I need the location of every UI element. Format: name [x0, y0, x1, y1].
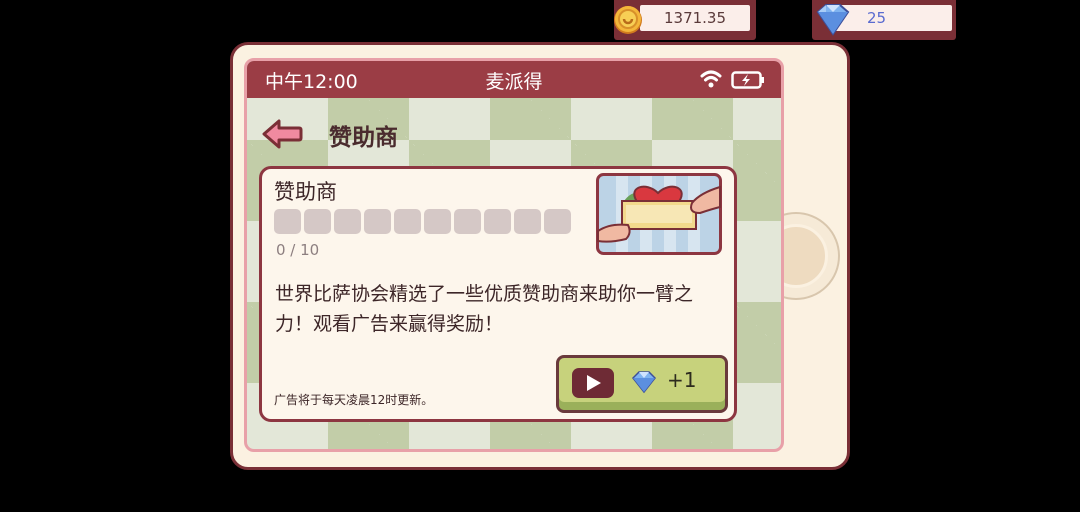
coin-counter: 1371.35: [614, 0, 756, 40]
progress-segment: [304, 209, 331, 234]
wifi-icon: [700, 70, 722, 88]
progress-segment: [484, 209, 511, 234]
progress-segment: [274, 209, 301, 234]
refresh-note: 广告将于每天凌晨12时更新。: [274, 393, 434, 407]
play-icon: [572, 368, 614, 398]
phone-screen: 中午12:00 麦派得 赞助商 赞助商 0 / 10 世界比萨协会精选了一些优质…: [244, 58, 784, 452]
sponsor-description: 世界比萨协会精选了一些优质赞助商来助你一臂之力！观看广告来赢得奖励！: [275, 283, 694, 335]
battery-icon: [731, 71, 764, 89]
coin-amount: 1371.35: [640, 5, 750, 31]
diamond-icon: [816, 4, 850, 36]
back-arrow-icon[interactable]: [261, 117, 303, 151]
reward-amount: +1: [667, 368, 697, 392]
progress-segment: [364, 209, 391, 234]
watch-ad-button[interactable]: +1: [556, 355, 728, 413]
diamond-icon: [631, 371, 657, 394]
progress-segment: [424, 209, 451, 234]
progress-segment: [544, 209, 571, 234]
progress-segment: [454, 209, 481, 234]
progress-bar: [274, 209, 571, 234]
progress-count: 0 / 10: [276, 241, 320, 259]
page-title: 赞助商: [329, 125, 398, 151]
progress-segment: [514, 209, 541, 234]
sponsor-heart-box-image: [596, 173, 722, 255]
progress-segment: [334, 209, 361, 234]
gem-counter: 25: [812, 0, 956, 40]
progress-segment: [394, 209, 421, 234]
card-title: 赞助商: [274, 180, 337, 204]
coin-icon: [614, 6, 642, 34]
sponsor-card: 赞助商 0 / 10 世界比萨协会精选了一些优质赞助商来助你一臂之力！观看广告来…: [259, 166, 737, 422]
status-bar: 中午12:00 麦派得: [247, 61, 781, 98]
